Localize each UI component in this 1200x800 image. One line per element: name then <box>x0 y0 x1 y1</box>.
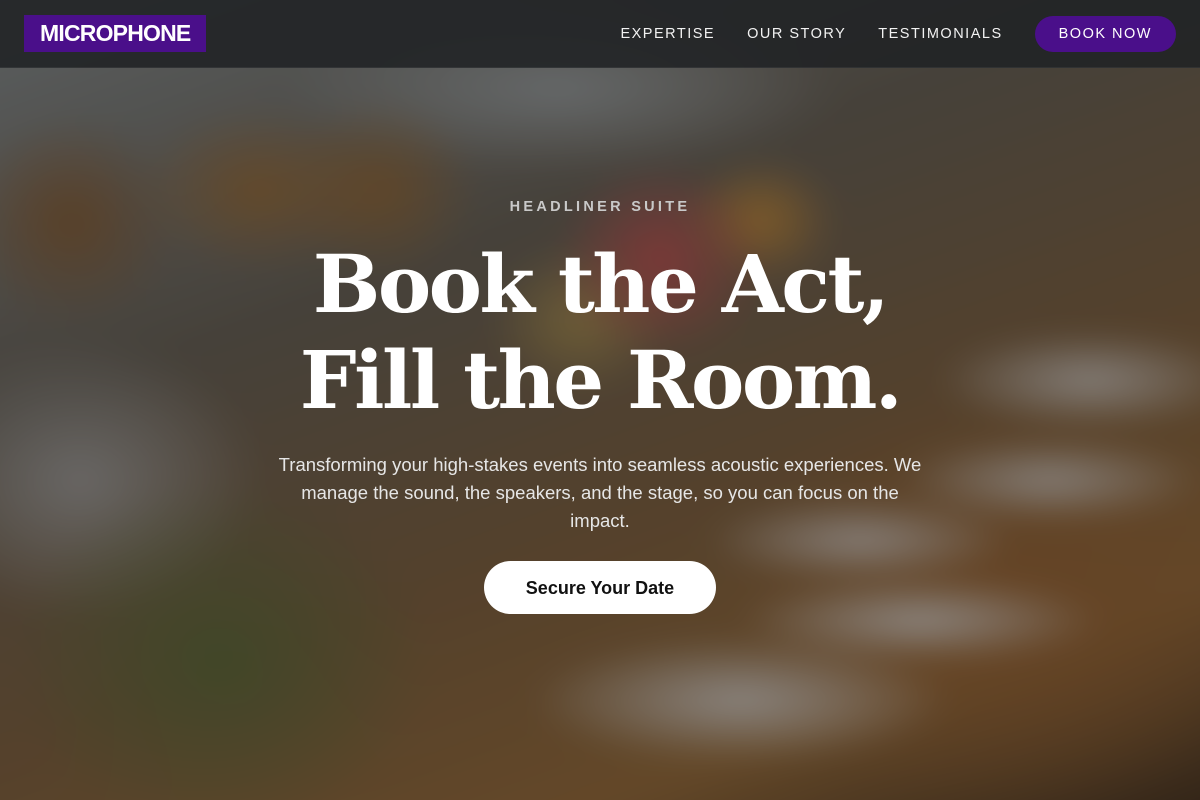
hero-eyebrow: HEADLINER SUITE <box>509 199 691 215</box>
nav-link-our-story[interactable]: OUR STORY <box>747 26 846 42</box>
navbar: MICROPHONE EXPERTISE OUR STORY TESTIMONI… <box>0 0 1200 68</box>
hero-headline-line-1: Book the Act, <box>312 237 890 331</box>
hero-subtext: Transforming your high-stakes events int… <box>278 454 922 531</box>
book-now-button[interactable]: BOOK NOW <box>1034 16 1176 52</box>
secure-your-date-button[interactable]: Secure Your Date <box>484 561 716 614</box>
hero-headline-line-2: Fill the Room. <box>299 333 903 427</box>
nav-link-testimonials[interactable]: TESTIMONIALS <box>878 26 1002 42</box>
hero-section: MICROPHONE EXPERTISE OUR STORY TESTIMONI… <box>0 0 1200 800</box>
nav-links: EXPERTISE OUR STORY TESTIMONIALS BOOK NO… <box>620 16 1176 52</box>
logo[interactable]: MICROPHONE <box>24 15 207 52</box>
nav-link-expertise[interactable]: EXPERTISE <box>620 26 715 42</box>
hero-headline: Book the Act, Fill the Room. <box>0 236 1200 428</box>
